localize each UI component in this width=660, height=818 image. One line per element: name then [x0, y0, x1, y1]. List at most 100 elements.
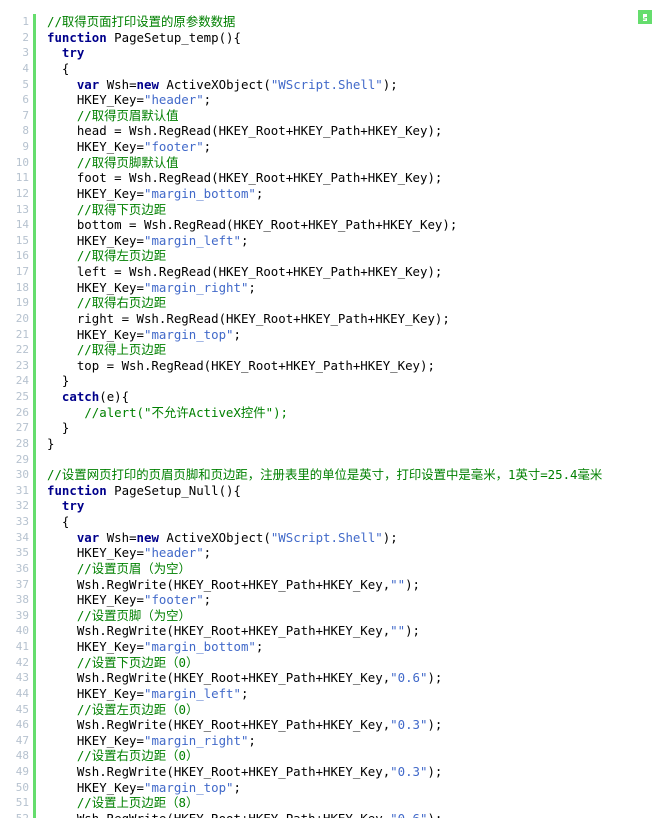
code-line[interactable]: //取得下页边距 [47, 202, 660, 218]
code-line[interactable]: var Wsh=new ActiveXObject("WScript.Shell… [47, 77, 660, 93]
code-token-pl: HKEY_Key= [47, 279, 144, 295]
code-line[interactable]: HKEY_Key="margin_top"; [47, 780, 660, 796]
code-line[interactable]: //设置页脚（为空） [47, 608, 660, 624]
code-line[interactable]: catch(e){ [47, 389, 660, 405]
code-line[interactable]: HKEY_Key="header"; [47, 92, 660, 108]
code-line[interactable]: bottom = Wsh.RegRead(HKEY_Root+HKEY_Path… [47, 217, 660, 233]
code-token-str: "margin_right" [143, 279, 249, 295]
code-line[interactable]: //设置网页打印的页眉页脚和页边距，注册表里的单位是英寸，打印设置中是毫米，1英… [47, 467, 660, 483]
code-line[interactable]: //取得右页边距 [47, 295, 660, 311]
code-line[interactable]: left = Wsh.RegRead(HKEY_Root+HKEY_Path+H… [47, 264, 660, 280]
code-line[interactable]: head = Wsh.RegRead(HKEY_Root+HKEY_Path+H… [47, 123, 660, 139]
code-line[interactable]: HKEY_Key="margin_left"; [47, 233, 660, 249]
code-line[interactable]: Wsh.RegWrite(HKEY_Root+HKEY_Path+HKEY_Ke… [47, 811, 660, 818]
code-line[interactable]: Wsh.RegWrite(HKEY_Root+HKEY_Path+HKEY_Ke… [47, 670, 660, 686]
code-area: 1 2 3 4 5 6 7 8 9 10 11 12 13 14 15 16 17 18 19 20 21 22 23 24 2… [0, 14, 660, 818]
code-line[interactable]: //设置右页边距（0） [47, 748, 660, 764]
code-line[interactable]: var Wsh=new ActiveXObject("WScript.Shell… [47, 530, 660, 546]
line-number: 14 [15, 218, 29, 232]
code-line[interactable]: Wsh.RegWrite(HKEY_Root+HKEY_Path+HKEY_Ke… [47, 577, 660, 593]
code-token-pl: ); [405, 576, 420, 592]
line-number: 30 [15, 468, 29, 482]
code-token-cmt: //设置网页打印的页眉页脚和页边距，注册表里的单位是英寸，打印设置中是毫米，1英… [47, 467, 603, 483]
code-token-pl: ActiveXObject( [158, 529, 271, 545]
line-number: 41 [15, 640, 29, 653]
code-line[interactable]: //设置页眉（为空） [47, 561, 660, 577]
code-token-cmt: //设置上页边距（8） [76, 795, 199, 811]
code-line[interactable]: { [47, 61, 660, 77]
code-token-pl: top = Wsh.RegRead(HKEY_Root+HKEY_Path+HK… [47, 357, 435, 373]
code-line[interactable]: HKEY_Key="margin_right"; [47, 733, 660, 749]
code-line[interactable]: top = Wsh.RegRead(HKEY_Root+HKEY_Path+HK… [47, 358, 660, 374]
code-line[interactable]: Wsh.RegWrite(HKEY_Root+HKEY_Path+HKEY_Ke… [47, 623, 660, 639]
code-token-str: "margin_left" [143, 685, 241, 701]
line-number: 47 [15, 733, 29, 747]
code-token-pl: HKEY_Key= [47, 139, 144, 154]
line-number: 12 [15, 186, 29, 200]
code-token-pl: right = Wsh.RegRead(HKEY_Root+HKEY_Path+… [47, 310, 450, 326]
code-line[interactable]: right = Wsh.RegRead(HKEY_Root+HKEY_Path+… [47, 311, 660, 327]
code-line[interactable]: //取得页眉默认值 [47, 108, 660, 124]
run-code-badge[interactable] [638, 10, 652, 24]
code-token-str: "WScript.Shell" [270, 529, 383, 545]
code-line[interactable]: foot = Wsh.RegRead(HKEY_Root+HKEY_Path+H… [47, 170, 660, 186]
code-token-str: "WScript.Shell" [270, 76, 383, 92]
code-line[interactable]: function PageSetup_Null(){ [47, 483, 660, 499]
code-content[interactable]: //取得页面打印设置的原参数数据 function PageSetup_temp(… [36, 14, 660, 818]
code-line[interactable]: HKEY_Key="margin_bottom"; [47, 639, 660, 655]
code-token-pl: HKEY_Key= [47, 185, 144, 201]
code-token-pl: ; [240, 232, 249, 248]
code-line[interactable]: HKEY_Key="footer"; [47, 139, 660, 155]
code-line[interactable]: HKEY_Key="margin_top"; [47, 327, 660, 343]
code-token-pl: HKEY_Key= [47, 545, 144, 561]
code-line[interactable]: HKEY_Key="margin_left"; [47, 686, 660, 702]
line-number: 18 [15, 280, 29, 294]
code-line[interactable]: HKEY_Key="margin_right"; [47, 280, 660, 296]
line-number: 26 [15, 405, 29, 419]
code-line[interactable]: try [47, 498, 660, 514]
line-number: 42 [15, 655, 29, 669]
code-line[interactable]: //设置下页边距（0） [47, 655, 660, 671]
code-line[interactable]: //设置左页边距（0） [47, 702, 660, 718]
code-token-kw: function [47, 29, 107, 45]
code-token-cmt: //取得下页边距 [76, 201, 167, 217]
code-line[interactable]: //取得左页边距 [47, 248, 660, 264]
code-token-pl: HKEY_Key= [47, 92, 144, 108]
line-number: 23 [15, 358, 29, 372]
code-line[interactable]: HKEY_Key="margin_bottom"; [47, 186, 660, 202]
code-token-pl: ); [427, 717, 443, 733]
code-token-pl: Wsh= [99, 76, 137, 92]
code-line[interactable]: HKEY_Key="footer"; [47, 592, 660, 608]
line-number: 13 [15, 202, 29, 216]
code-line[interactable] [47, 452, 660, 468]
code-line[interactable]: //alert("不允许ActiveX控件"); [47, 405, 660, 421]
line-number: 15 [15, 233, 29, 247]
code-token-pl: Wsh.RegWrite(HKEY_Root+HKEY_Path+HKEY_Ke… [47, 764, 391, 779]
code-line[interactable]: { [47, 514, 660, 530]
code-token-cmt: //取得页脚默认值 [76, 154, 179, 170]
code-line[interactable]: Wsh.RegWrite(HKEY_Root+HKEY_Path+HKEY_Ke… [47, 764, 660, 780]
code-token-pl: } [47, 435, 55, 451]
code-token-kw: try [61, 45, 85, 61]
code-line[interactable]: try [47, 45, 660, 61]
code-line[interactable]: //设置上页边距（8） [47, 795, 660, 811]
code-line[interactable]: //取得上页边距 [47, 342, 660, 358]
code-line[interactable]: HKEY_Key="header"; [47, 545, 660, 561]
code-line[interactable]: //取得页脚默认值 [47, 155, 660, 171]
code-line[interactable]: Wsh.RegWrite(HKEY_Root+HKEY_Path+HKEY_Ke… [47, 717, 660, 733]
code-line[interactable]: //取得页面打印设置的原参数数据 [47, 14, 660, 30]
code-line[interactable]: } [47, 420, 660, 436]
line-number: 31 [15, 483, 29, 497]
code-line[interactable]: } [47, 436, 660, 452]
code-token-kw: var [76, 529, 100, 545]
code-line[interactable]: } [47, 373, 660, 389]
line-number: 20 [15, 311, 29, 325]
line-number: 24 [15, 374, 29, 388]
code-line[interactable]: function PageSetup_temp(){ [47, 30, 660, 46]
code-token-str: "0.6" [390, 811, 427, 818]
